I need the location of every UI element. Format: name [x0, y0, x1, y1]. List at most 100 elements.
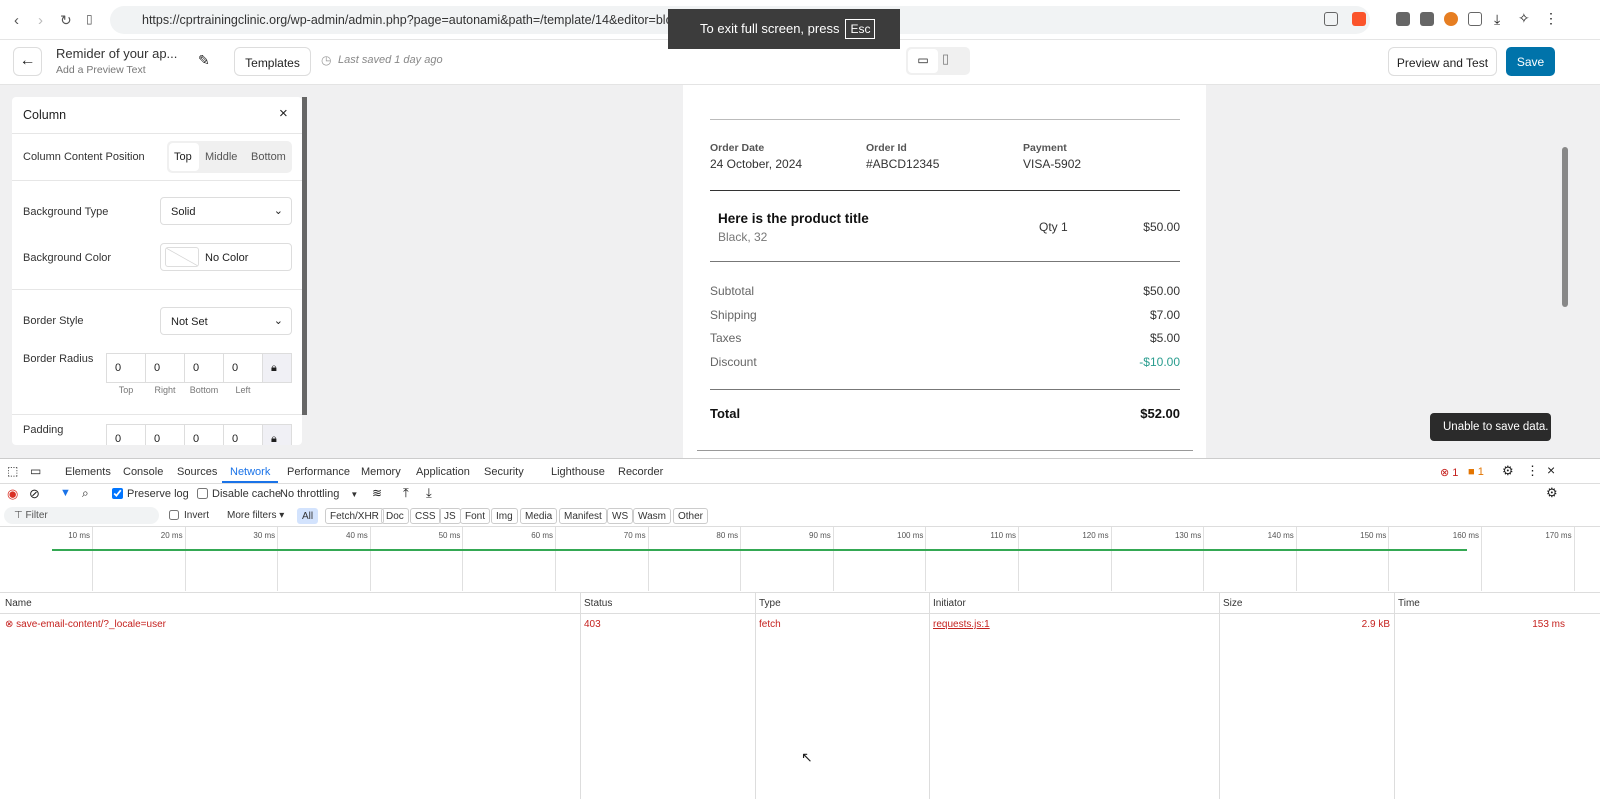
puzzle-icon[interactable] — [1468, 12, 1482, 26]
extension-icon[interactable] — [1396, 12, 1410, 26]
grid-line — [740, 527, 742, 591]
filter-font[interactable]: Font — [460, 508, 491, 524]
tab-performance[interactable]: Performance — [287, 466, 350, 478]
pencil-icon[interactable]: ✎ — [198, 52, 210, 69]
border-style-select[interactable]: Not Set ⌄ — [160, 307, 292, 335]
radius-bottom[interactable]: 0 — [184, 353, 224, 383]
filter-img[interactable]: Img — [491, 508, 518, 524]
padding-left[interactable]: 0 — [223, 424, 263, 445]
position-top[interactable]: Top — [169, 143, 199, 171]
padding-top[interactable]: 0 — [106, 424, 146, 445]
time-tick: 130 ms — [1174, 531, 1202, 540]
radius-top[interactable]: 0 — [106, 353, 146, 383]
filter-all[interactable]: All — [297, 508, 319, 524]
extension-icon[interactable] — [1444, 12, 1458, 26]
grid-line — [925, 527, 927, 591]
share-icon[interactable] — [1324, 12, 1338, 26]
tab-recorder[interactable]: Recorder — [618, 466, 663, 478]
brave-icon[interactable] — [1352, 12, 1366, 26]
scrollbar[interactable] — [1562, 147, 1568, 307]
throttling-select[interactable]: No throttling ▼ — [280, 488, 358, 500]
filter-doc[interactable]: Doc — [381, 508, 409, 524]
settings-icon[interactable]: ⚙ — [1502, 463, 1514, 479]
preview-test-button[interactable]: Preview and Test — [1388, 47, 1497, 76]
radius-left[interactable]: 0 — [223, 353, 263, 383]
order-date: 24 October, 2024 — [710, 157, 803, 171]
bg-type-select[interactable]: Solid ⌄ — [160, 197, 292, 225]
filter-wasm[interactable]: Wasm — [633, 508, 671, 524]
device-mode-icon[interactable]: ▭ — [30, 464, 41, 478]
col-initiator[interactable]: Initiator — [933, 598, 966, 609]
search-icon[interactable]: ⌕ — [82, 486, 89, 501]
grid-line — [1018, 527, 1019, 591]
reload-icon[interactable]: ↻ — [60, 12, 72, 29]
col-type[interactable]: Type — [759, 598, 781, 609]
position-bottom[interactable]: Bottom — [251, 151, 286, 163]
disable-cache-checkbox[interactable] — [197, 488, 208, 499]
error-count[interactable]: ⊗ 1 — [1440, 466, 1458, 479]
col-status[interactable]: Status — [584, 598, 612, 609]
lock-icon[interactable]: 🔒︎ — [262, 353, 292, 383]
tab-elements[interactable]: Elements — [65, 466, 111, 478]
filter-js[interactable]: JS — [439, 508, 461, 524]
back-icon[interactable]: ‹ — [14, 12, 19, 29]
padding-bottom[interactable]: 0 — [184, 424, 224, 445]
download-icon[interactable]: ⤓ — [1494, 11, 1500, 28]
save-button[interactable]: Save — [1506, 47, 1555, 76]
download-icon[interactable]: ⤓ — [426, 485, 432, 501]
tab-console[interactable]: Console — [123, 466, 163, 478]
padding-right[interactable]: 0 — [145, 424, 185, 445]
radius-right[interactable]: 0 — [145, 353, 185, 383]
desktop-icon[interactable]: ▭ — [908, 49, 938, 73]
more-filters-button[interactable]: More filters ▾ — [227, 510, 284, 521]
filter-media[interactable]: Media — [520, 508, 558, 524]
network-conditions-icon[interactable]: ≋ — [372, 486, 382, 500]
request-timing-bar — [52, 549, 1467, 551]
more-icon[interactable]: ⋮ — [1526, 463, 1539, 479]
tab-security[interactable]: Security — [484, 466, 524, 478]
col-time[interactable]: Time — [1398, 598, 1420, 609]
time-tick: 40 ms — [346, 531, 368, 540]
tab-lighthouse[interactable]: Lighthouse — [551, 466, 605, 478]
forward-icon[interactable]: › — [38, 12, 43, 29]
sparkle-icon[interactable]: ✧ — [1518, 10, 1530, 27]
menu-icon[interactable]: ⋮ — [1544, 10, 1558, 27]
request-initiator[interactable]: requests.js:1 — [933, 619, 990, 630]
filter-input[interactable]: ⊤ Filter — [4, 507, 159, 524]
preserve-log-checkbox[interactable] — [112, 488, 123, 499]
extension-icon[interactable] — [1420, 12, 1434, 26]
filter-icon[interactable]: ▼ — [60, 487, 71, 499]
filter-manifest[interactable]: Manifest — [559, 508, 607, 524]
settings-icon[interactable]: ⚙ — [1546, 485, 1558, 501]
col-size[interactable]: Size — [1223, 598, 1242, 609]
filter-fetch-xhr[interactable]: Fetch/XHR — [325, 508, 384, 524]
col-name[interactable]: Name — [5, 598, 32, 609]
panel-scrollbar[interactable] — [302, 97, 307, 415]
bg-type-value: Solid — [171, 206, 196, 218]
tab-sources[interactable]: Sources — [177, 466, 217, 478]
filter-ws[interactable]: WS — [607, 508, 634, 524]
close-icon[interactable]: × — [279, 105, 288, 122]
tab-network[interactable]: Network — [230, 466, 270, 478]
side-label: Top — [118, 385, 134, 395]
clear-icon[interactable]: ⊘ — [29, 486, 40, 502]
bg-color-picker[interactable]: No Color — [160, 243, 292, 271]
warning-count[interactable]: ■ 1 — [1468, 466, 1484, 478]
bookmark-icon[interactable]: ▯ — [86, 12, 93, 26]
templates-button[interactable]: Templates — [234, 47, 311, 76]
upload-icon[interactable]: ⤒ — [403, 485, 409, 501]
inspect-icon[interactable]: ⬚ — [7, 464, 18, 478]
mobile-icon[interactable]: ▯ — [942, 51, 949, 67]
invert-checkbox[interactable] — [169, 510, 179, 520]
lock-icon[interactable]: 🔒︎ — [262, 424, 292, 445]
position-middle[interactable]: Middle — [205, 151, 237, 163]
back-button[interactable]: ← — [13, 47, 42, 76]
email-title[interactable]: Remider of your ap... — [56, 46, 177, 61]
close-icon[interactable]: × — [1547, 462, 1555, 478]
tab-memory[interactable]: Memory — [361, 466, 401, 478]
filter-other[interactable]: Other — [673, 508, 709, 524]
record-icon[interactable]: ◉ — [7, 486, 18, 502]
filter-css[interactable]: CSS — [410, 508, 441, 524]
preview-text[interactable]: Add a Preview Text — [56, 64, 146, 76]
tab-application[interactable]: Application — [416, 466, 470, 478]
